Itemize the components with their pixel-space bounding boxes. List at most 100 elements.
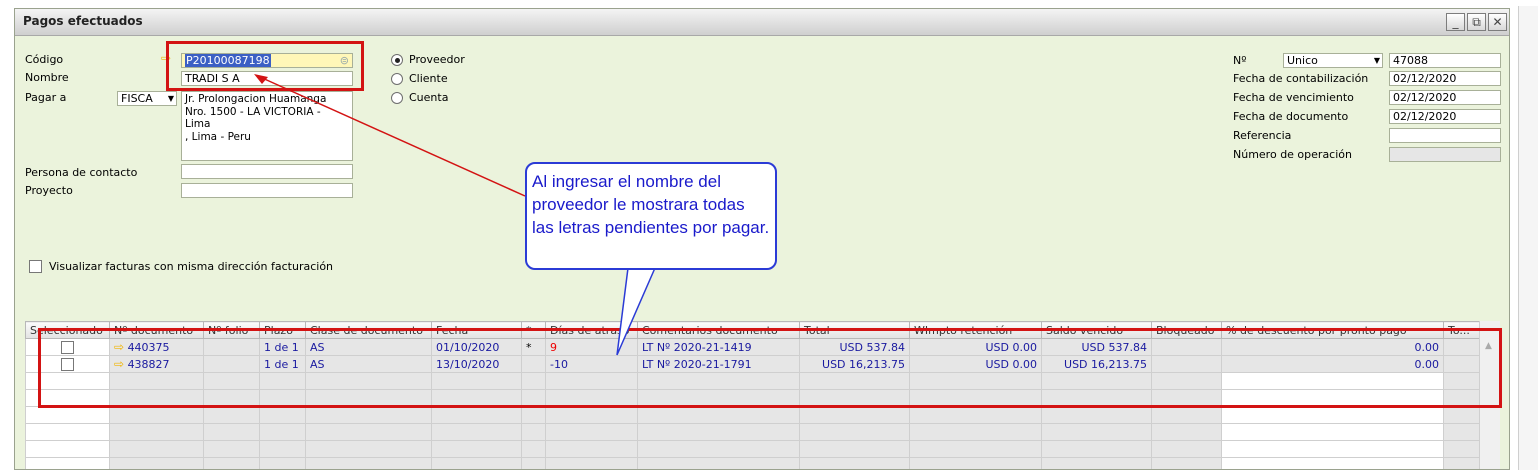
wimpto-cell: USD 0.00 [909,355,1042,373]
table-row-empty[interactable] [25,423,1480,441]
codigo-label: Código [25,53,64,66]
folio-cell [203,338,260,356]
col-total-more[interactable]: To... [1443,321,1480,339]
pagar-a-combo[interactable]: FISCA ▼ [117,91,177,106]
chevron-down-icon: ▼ [1373,56,1380,65]
row-select-checkbox[interactable] [61,357,74,371]
table-row-empty[interactable] [25,457,1480,469]
referencia-label: Referencia [1233,129,1292,142]
descuento-cell[interactable]: 0.00 [1221,355,1444,373]
table-row-empty[interactable] [25,440,1480,458]
col-total[interactable]: Total [799,321,910,339]
table-row-empty[interactable] [25,389,1480,407]
col-documento[interactable]: Nº documento [109,321,204,339]
col-clase[interactable]: Clase de documento [305,321,432,339]
doc-cell[interactable]: ⇨ 440375 [109,338,204,356]
col-wimpto[interactable]: WImpto retención [909,321,1042,339]
fecha-venc-field[interactable]: 02/12/2020 [1389,90,1501,105]
radio-proveedor[interactable] [391,54,403,66]
bloqueado-cell [1151,355,1222,373]
plazo-cell: 1 de 1 [259,338,306,356]
codigo-value: P20100087198 [185,54,271,67]
table-row-empty[interactable] [25,372,1480,390]
col-bloqueado[interactable]: Bloqueado [1151,321,1222,339]
pagar-a-label: Pagar a [25,91,67,104]
fecha-cell: 01/10/2020 [431,338,522,356]
extra-cell [1443,355,1480,373]
fecha-venc-label: Fecha de vencimiento [1233,91,1354,104]
fecha-contab-field[interactable]: 02/12/2020 [1389,71,1501,86]
table-scrollbar[interactable]: ▲ [1479,321,1500,469]
wimpto-cell: USD 0.00 [909,338,1042,356]
serie-combo[interactable]: Unico ▼ [1283,53,1383,68]
col-seleccionado[interactable]: Seleccionado [25,321,110,339]
title-bar: Pagos efectuados _ ⧉ ✕ [15,9,1509,36]
dias-cell: 9 [545,338,638,356]
referencia-field[interactable] [1389,128,1501,143]
star-cell [521,355,546,373]
close-button[interactable]: ✕ [1488,13,1507,31]
comentario-cell: LT Nº 2020-21-1791 [637,355,800,373]
star-cell: * [521,338,546,356]
link-arrow-icon[interactable]: ⇨ [161,51,171,65]
chevron-down-icon: ▼ [167,94,174,103]
serie-value: Unico [1287,54,1318,67]
saldo-cell: USD 537.84 [1041,338,1152,356]
radio-cuenta-label: Cuenta [409,91,449,104]
contacto-label: Persona de contacto [25,166,138,179]
col-fecha[interactable]: Fecha [431,321,522,339]
table-header-row: Seleccionado Nº documento Nº folio Plazo… [25,321,1480,339]
visualizar-checkbox[interactable] [29,260,42,273]
choose-from-list-icon[interactable]: ⊜ [340,54,349,67]
address-box[interactable]: Jr. Prolongacion Huamanga Nro. 1500 - LA… [181,91,353,161]
table-row[interactable]: ⇨ 440375 1 de 1 AS 01/10/2020 * 9 LT Nº … [25,338,1480,356]
col-star[interactable]: * [521,321,546,339]
col-plazo[interactable]: Plazo [259,321,306,339]
nombre-field[interactable]: TRADI S A [181,71,353,86]
proyecto-field[interactable] [181,183,353,198]
restore-button[interactable]: ⧉ [1467,13,1486,31]
row-select-cell[interactable] [25,338,110,356]
link-arrow-icon[interactable]: ⇨ [114,340,124,354]
row-select-cell[interactable] [25,355,110,373]
col-dias[interactable]: Días de atraso [545,321,638,339]
operacion-field [1389,147,1501,162]
window-title: Pagos efectuados [23,14,143,28]
doc-cell[interactable]: ⇨ 438827 [109,355,204,373]
fecha-doc-label: Fecha de documento [1233,110,1349,123]
col-comentarios[interactable]: Comentarios documento [637,321,800,339]
col-descuento[interactable]: % de descuento por pronto pago [1221,321,1444,339]
fecha-doc-field[interactable]: 02/12/2020 [1389,109,1501,124]
radio-cliente-label: Cliente [409,72,448,85]
descuento-cell[interactable]: 0.00 [1221,338,1444,356]
minimize-button[interactable]: _ [1446,13,1465,31]
radio-cliente[interactable] [391,73,403,85]
table-row[interactable]: ⇨ 438827 1 de 1 AS 13/10/2020 -10 LT Nº … [25,355,1480,373]
plazo-cell: 1 de 1 [259,355,306,373]
doc-number: 440375 [127,341,170,354]
total-cell: USD 16,213.75 [799,355,910,373]
doc-number: 438827 [127,358,170,371]
bloqueado-cell [1151,338,1222,356]
proyecto-label: Proyecto [25,184,73,197]
operacion-label: Número de operación [1233,148,1352,161]
dias-cell: -10 [545,355,638,373]
col-folio[interactable]: Nº folio [203,321,260,339]
documents-table: Seleccionado Nº documento Nº folio Plazo… [25,321,1480,469]
clase-cell: AS [305,355,432,373]
codigo-field[interactable]: P20100087198 ⊜ [181,53,353,68]
contacto-field[interactable] [181,164,353,179]
saldo-cell: USD 16,213.75 [1041,355,1152,373]
extra-cell [1443,338,1480,356]
col-saldo[interactable]: Saldo vencido [1041,321,1152,339]
pagar-a-value: FISCA [121,92,153,105]
table-row-empty[interactable] [25,406,1480,424]
visualizar-label: Visualizar facturas con misma dirección … [49,260,334,273]
numero-field[interactable]: 47088 [1389,53,1501,68]
radio-cuenta[interactable] [391,92,403,104]
clase-cell: AS [305,338,432,356]
row-select-checkbox[interactable] [61,340,74,354]
radio-proveedor-label: Proveedor [409,53,465,66]
link-arrow-icon[interactable]: ⇨ [114,357,124,371]
scroll-up-icon[interactable]: ▲ [1485,341,1492,351]
